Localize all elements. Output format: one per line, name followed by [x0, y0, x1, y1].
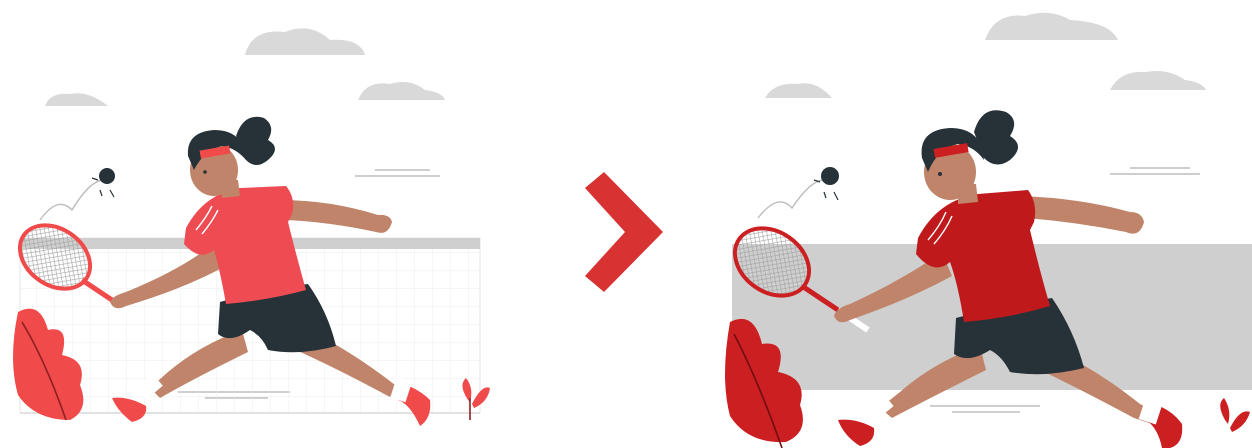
cloud: [245, 28, 365, 55]
comparison-svg: [13, 12, 1252, 448]
cloud: [45, 93, 108, 106]
before-illustration: [13, 28, 490, 426]
tennis-ball: [99, 168, 115, 184]
chevron-right-arrow-icon: [585, 172, 663, 292]
cloud: [358, 82, 445, 100]
comparison-canvas: [0, 0, 1252, 448]
after-illustration: [725, 12, 1252, 448]
